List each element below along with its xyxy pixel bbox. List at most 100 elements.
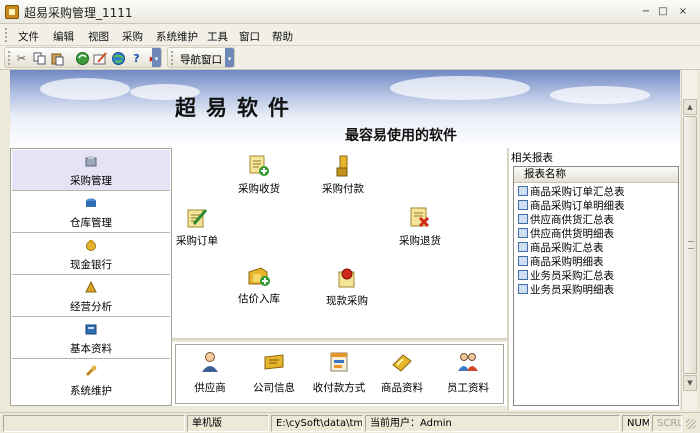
standard-toolbar: ✂ ? ▸ ▾ (4, 47, 162, 68)
toolbar-overflow-chevron-icon[interactable]: ▾ (152, 48, 161, 67)
banner-title: 超易软件 (175, 96, 299, 120)
basic-function-box: 供应商 公司信息 收付款方式 商品资料 员工资料 (175, 344, 504, 404)
report-item[interactable]: 业务员采购汇总表 (518, 269, 614, 283)
report-icon (518, 228, 528, 238)
report-icon (518, 242, 528, 252)
nav-item-label: 经营分析 (70, 301, 112, 313)
func-estimate-stock-in[interactable]: 估价入库 (234, 264, 284, 306)
report-item[interactable]: 商品采购订单汇总表 (518, 185, 625, 199)
report-item[interactable]: 业务员采购明细表 (518, 283, 614, 297)
func-label: 员工资料 (447, 382, 489, 394)
func-product-data[interactable]: 商品资料 (376, 351, 428, 395)
purchase-icon (85, 155, 97, 167)
menu-help[interactable]: 帮助 (272, 29, 293, 44)
maximize-button[interactable]: □ (656, 5, 670, 18)
menu-tools[interactable]: 工具 (207, 29, 228, 44)
menu-system[interactable]: 系统维护 (156, 29, 198, 44)
reports-list[interactable]: 报表名称 商品采购订单汇总表 商品采购订单明细表 供应商供货汇总表 供应商供货明… (513, 166, 679, 406)
nav-item-maintenance[interactable]: 系统维护 (12, 360, 170, 401)
report-item[interactable]: 商品采购明细表 (518, 255, 604, 269)
function-area: 采购收货 采购付款 采购订单 采购退货 估价入库 现款采购 (172, 148, 507, 340)
status-scrl: SCRL (652, 415, 682, 432)
func-company-info[interactable]: 公司信息 (248, 351, 300, 395)
title-bar: 超易采购管理_1111 − □ × (0, 0, 700, 24)
menu-file[interactable]: 文件 (18, 29, 39, 44)
copy-icon[interactable] (32, 51, 47, 66)
status-bar: 单机版 E:\cySoft\data\tmpcyjxc.sys 当前用户：Adm… (0, 412, 700, 433)
func-payment-method[interactable]: 收付款方式 (309, 351, 369, 395)
refresh-icon[interactable] (75, 51, 90, 66)
func-label: 现款采购 (326, 295, 368, 307)
func-label: 收付款方式 (312, 382, 366, 394)
func-purchase-receipt[interactable]: 采购收货 (234, 154, 284, 196)
menu-window[interactable]: 窗口 (239, 29, 260, 44)
nav-item-label: 采购管理 (70, 175, 112, 187)
status-message (3, 415, 185, 432)
report-icon (518, 256, 528, 266)
report-icon (518, 270, 528, 280)
app-icon[interactable] (5, 5, 19, 19)
nav-item-warehouse[interactable]: 仓库管理 (12, 192, 170, 233)
func-staff-data[interactable]: 员工资料 (442, 351, 494, 395)
banner: 超易软件 最容易使用的软件 (10, 70, 680, 148)
nav-item-cash[interactable]: 现金银行 (12, 234, 170, 275)
menu-grip[interactable] (5, 28, 8, 42)
order-icon (185, 206, 209, 230)
estimate-icon (247, 264, 271, 288)
product-icon (391, 351, 413, 373)
close-button[interactable]: × (676, 5, 690, 18)
menu-purchase[interactable]: 采购 (122, 29, 143, 44)
nav-item-analysis[interactable]: 经营分析 (12, 276, 170, 317)
nav-toolbar-chevron-icon[interactable]: ▾ (225, 48, 234, 67)
status-path: E:\cySoft\data\tmpcyjxc.sys (271, 415, 363, 432)
vertical-scrollbar[interactable]: ▲ ▼ (681, 70, 697, 410)
func-purchase-order[interactable]: 采购订单 (172, 206, 222, 248)
cut-icon[interactable]: ✂ (14, 51, 29, 66)
edit-icon[interactable] (93, 51, 108, 66)
reports-column-header[interactable]: 报表名称 (514, 167, 678, 183)
toolbar-grip[interactable] (171, 51, 174, 65)
receipt-icon (247, 154, 271, 178)
toolbar-grip[interactable] (8, 51, 11, 65)
resize-grip-icon[interactable] (686, 419, 696, 429)
scroll-up-icon[interactable]: ▲ (683, 99, 697, 115)
func-supplier[interactable]: 供应商 (190, 351, 230, 395)
reports-heading: 相关报表 (511, 152, 553, 164)
menu-view[interactable]: 视图 (88, 29, 109, 44)
banner-subtitle: 最容易使用的软件 (345, 128, 457, 144)
nav-item-label: 现金银行 (70, 259, 112, 271)
nav-item-label: 仓库管理 (70, 217, 112, 229)
cash-icon (85, 239, 97, 251)
report-item[interactable]: 商品采购订单明细表 (518, 199, 625, 213)
nav-window-button[interactable]: 导航窗口 (180, 52, 222, 67)
toolbar: ✂ ? ▸ ▾ 导航窗口 ▾ (0, 46, 700, 70)
basic-function-area: 供应商 公司信息 收付款方式 商品资料 员工资料 (172, 342, 507, 406)
func-label: 商品资料 (381, 382, 423, 394)
report-icon (518, 200, 528, 210)
func-purchase-return[interactable]: 采购退货 (395, 206, 445, 248)
func-label: 供应商 (194, 382, 226, 394)
func-cash-purchase[interactable]: 现款采购 (322, 266, 372, 308)
payment-method-icon (328, 351, 350, 373)
menu-edit[interactable]: 编辑 (53, 29, 74, 44)
menu-bar: 文件 编辑 视图 采购 系统维护 工具 窗口 帮助 (0, 24, 700, 46)
scroll-thumb[interactable] (683, 116, 697, 374)
func-label: 估价入库 (238, 293, 280, 305)
globe-icon[interactable] (111, 51, 126, 66)
report-item[interactable]: 供应商供货明细表 (518, 227, 614, 241)
supplier-icon (199, 351, 221, 373)
nav-item-purchase[interactable]: 采购管理 (12, 150, 170, 191)
scroll-down-icon[interactable]: ▼ (683, 375, 697, 391)
help-icon[interactable]: ? (129, 51, 144, 66)
status-mode: 单机版 (187, 415, 269, 432)
nav-pane: 采购管理 仓库管理 现金银行 经营分析 基本资料 系统维护 (10, 148, 172, 406)
minimize-button[interactable]: − (639, 5, 653, 18)
paste-icon[interactable] (50, 51, 65, 66)
report-item[interactable]: 供应商供货汇总表 (518, 213, 614, 227)
report-icon (518, 214, 528, 224)
nav-item-basic-data[interactable]: 基本资料 (12, 318, 170, 359)
report-item[interactable]: 商品采购汇总表 (518, 241, 604, 255)
related-reports-panel: 相关报表 报表名称 商品采购订单汇总表 商品采购订单明细表 供应商供货汇总表 供… (507, 148, 680, 410)
func-purchase-payment[interactable]: 采购付款 (318, 154, 368, 196)
cash-purchase-icon (335, 266, 359, 290)
